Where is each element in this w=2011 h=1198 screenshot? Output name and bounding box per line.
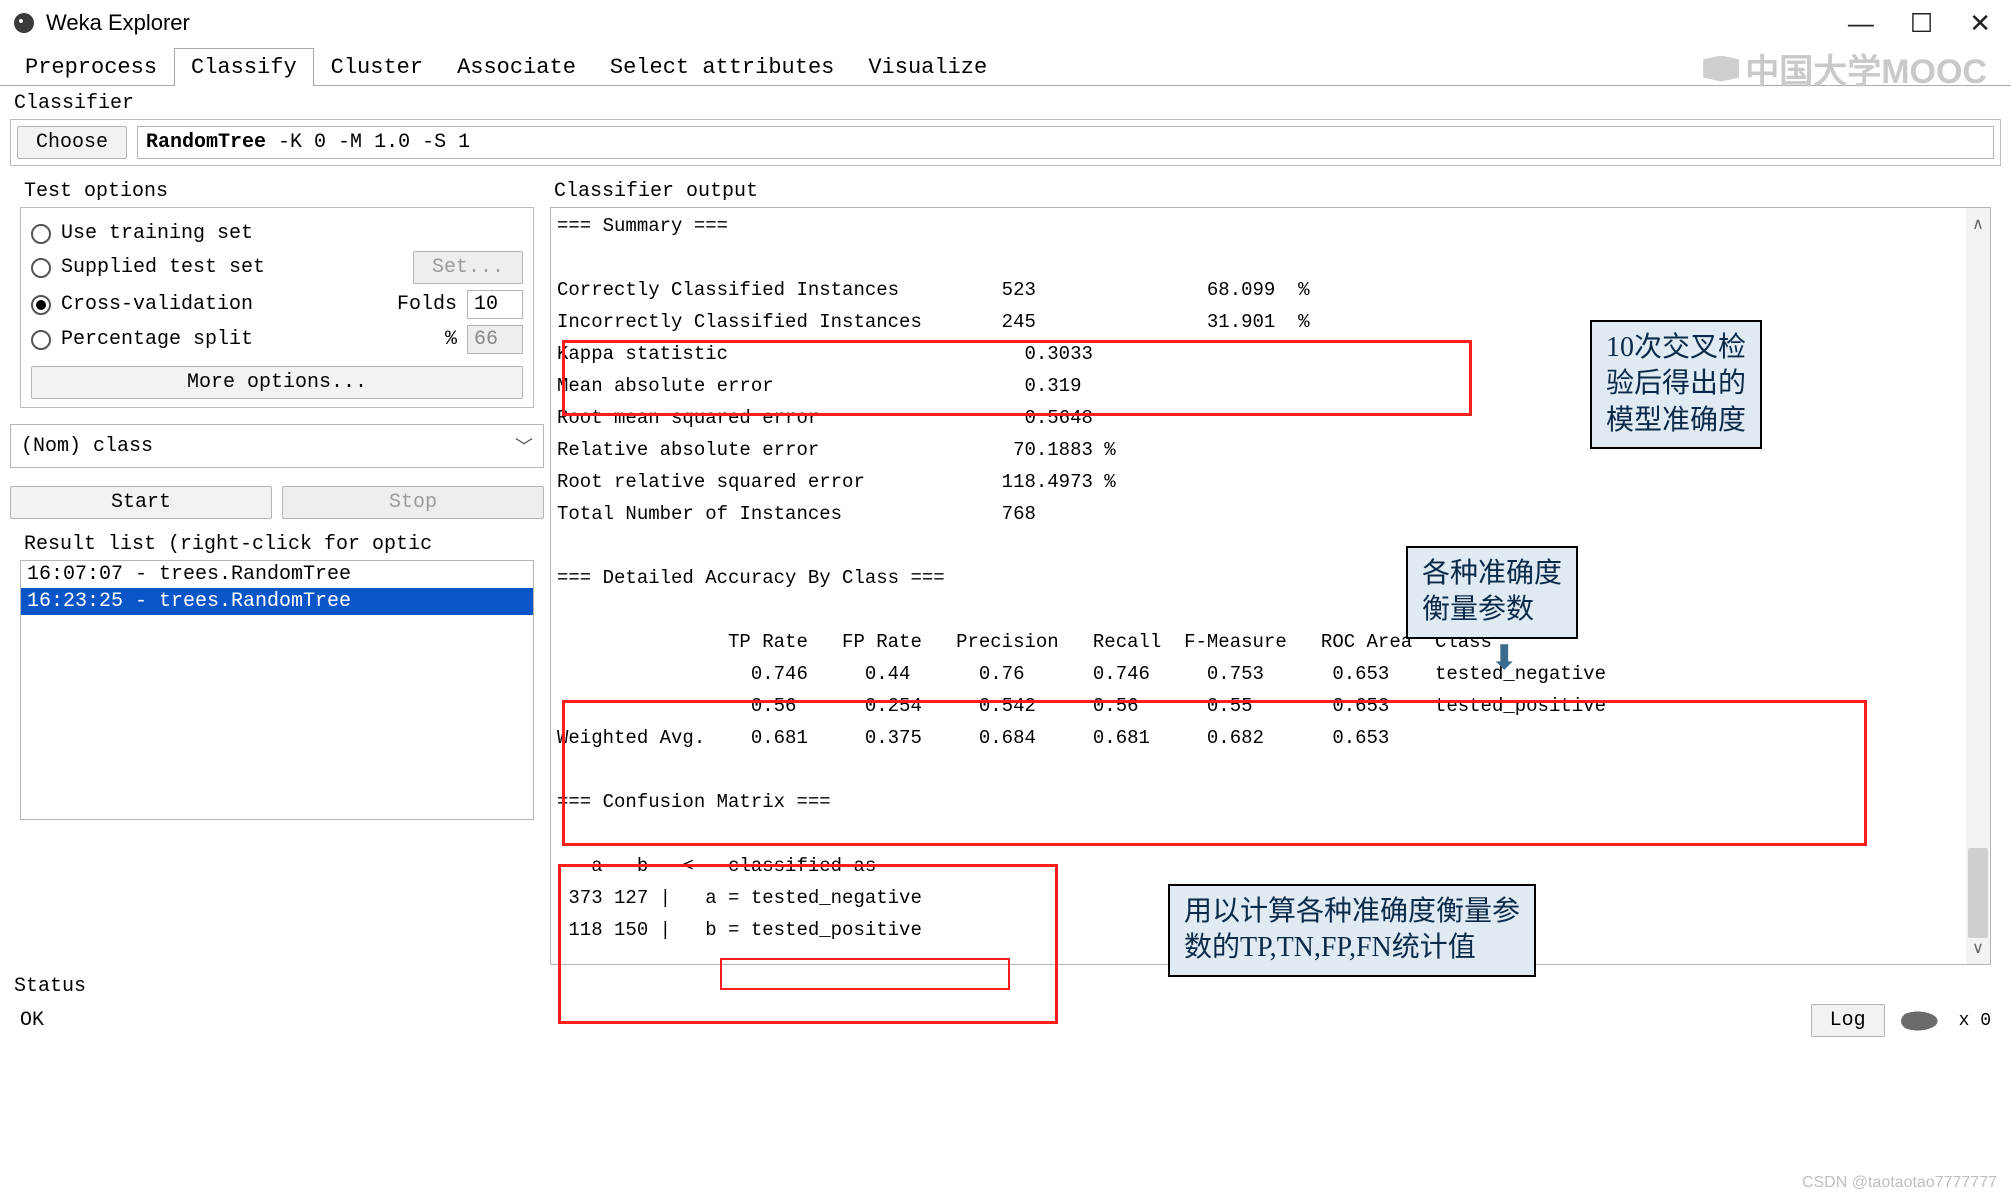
result-list-legend: Result list (right-click for optic <box>20 533 534 556</box>
label-folds: Folds <box>397 293 457 316</box>
result-item-0[interactable]: 16:07:07 - trees.RandomTree <box>21 561 533 588</box>
log-button[interactable]: Log <box>1811 1004 1885 1037</box>
annotation-box-summary <box>562 340 1472 416</box>
folds-input[interactable]: 10 <box>467 290 523 319</box>
scroll-up-icon[interactable]: ∧ <box>1972 214 1984 234</box>
mooc-logo-icon <box>1703 56 1739 82</box>
status-value: OK <box>20 1009 44 1032</box>
callout-confusion-stats: 用以计算各种准确度衡量参数的TP,TN,FP,FN统计值 <box>1168 884 1536 977</box>
stop-button: Stop <box>282 486 544 519</box>
classifier-args: -K 0 -M 1.0 -S 1 <box>266 131 470 154</box>
label-use-training-set: Use training set <box>61 222 253 245</box>
result-item-1[interactable]: 16:23:25 - trees.RandomTree <box>21 588 533 615</box>
classifier-config-text[interactable]: RandomTree -K 0 -M 1.0 -S 1 <box>137 126 1994 159</box>
classifier-name: RandomTree <box>146 131 266 154</box>
label-percent-symbol: % <box>445 328 457 351</box>
percentage-input: 66 <box>467 325 523 354</box>
label-cross-validation: Cross-validation <box>61 293 253 316</box>
tab-classify[interactable]: Classify <box>174 48 314 86</box>
label-supplied-test-set: Supplied test set <box>61 256 265 279</box>
annotation-box-accuracy <box>562 700 1867 846</box>
classifier-output-panel: Classifier output === Summary === Correc… <box>550 180 1991 965</box>
tab-select-attributes[interactable]: Select attributes <box>593 48 851 86</box>
tab-preprocess[interactable]: Preprocess <box>8 48 174 86</box>
result-list[interactable]: 16:07:07 - trees.RandomTree 16:23:25 - t… <box>20 560 534 820</box>
weka-bird-icon <box>1901 1009 1943 1033</box>
result-list-panel: Result list (right-click for optic 16:07… <box>20 533 534 820</box>
maximize-button[interactable]: ☐ <box>1910 8 1933 39</box>
window-controls: — ☐ ✕ <box>1848 8 1991 39</box>
scroll-down-icon[interactable]: ∨ <box>1972 938 1984 958</box>
callout-crossvalidation: 10次交叉检验后得出的模型准确度 <box>1590 320 1762 449</box>
annotation-box-confusion-inner <box>720 958 1010 990</box>
classifier-legend: Classifier <box>10 92 2001 115</box>
vertical-scrollbar[interactable]: ∧ ∨ <box>1966 208 1990 964</box>
radio-use-training-set[interactable] <box>31 224 51 244</box>
tab-visualize[interactable]: Visualize <box>851 48 1004 86</box>
classifier-panel: Classifier Choose RandomTree -K 0 -M 1.0… <box>10 92 2001 166</box>
test-options-legend: Test options <box>20 180 534 203</box>
classifier-output-legend: Classifier output <box>550 180 1991 203</box>
scroll-thumb[interactable] <box>1968 848 1988 938</box>
close-button[interactable]: ✕ <box>1969 8 1991 39</box>
radio-supplied-test-set[interactable] <box>31 258 51 278</box>
class-attribute-value: (Nom) class <box>21 435 153 458</box>
tab-cluster[interactable]: Cluster <box>314 48 440 86</box>
annotation-box-confusion <box>558 864 1058 1024</box>
chevron-down-icon: ﹀ <box>515 433 533 459</box>
callout-accuracy-metrics: 各种准确度衡量参数 <box>1406 546 1578 639</box>
set-test-file-button[interactable]: Set... <box>413 251 523 284</box>
minimize-button[interactable]: — <box>1848 8 1874 39</box>
tab-associate[interactable]: Associate <box>440 48 593 86</box>
label-percentage-split: Percentage split <box>61 328 253 351</box>
weka-app-icon <box>12 11 36 35</box>
more-options-button[interactable]: More options... <box>31 366 523 399</box>
class-attribute-select[interactable]: (Nom) class ﹀ <box>10 424 544 468</box>
radio-percentage-split[interactable] <box>31 330 51 350</box>
window-title: Weka Explorer <box>46 10 1848 36</box>
test-options-panel: Test options Use training set Supplied t… <box>20 180 534 408</box>
csdn-watermark: CSDN @taotaotao7777777 <box>1802 1174 1997 1192</box>
mooc-watermark: 中国大学MOOC <box>1703 44 1987 93</box>
titlebar: Weka Explorer — ☐ ✕ <box>0 0 2011 46</box>
radio-cross-validation[interactable] <box>31 295 51 315</box>
start-button[interactable]: Start <box>10 486 272 519</box>
choose-classifier-button[interactable]: Choose <box>17 126 127 159</box>
classifier-output-text[interactable]: === Summary === Correctly Classified Ins… <box>550 207 1991 965</box>
arrow-down-icon: ⬇ <box>1490 638 1519 678</box>
status-count: x 0 <box>1959 1011 1991 1031</box>
